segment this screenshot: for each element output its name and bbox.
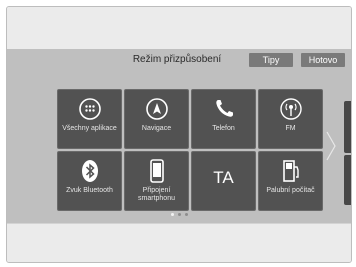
next-page-chevron-icon[interactable]	[326, 131, 336, 166]
tile-all-apps[interactable]: Všechny aplikace	[57, 89, 122, 149]
page-dot[interactable]	[178, 213, 181, 216]
bluetooth-icon	[58, 158, 121, 184]
next-page-tile-peek	[344, 101, 351, 153]
customize-screen: Režim přizpůsobení Tipy Hotovo Všechny a…	[7, 49, 351, 223]
tile-ta[interactable]: TA	[191, 151, 256, 211]
tile-bluetooth-audio[interactable]: Zvuk Bluetooth	[57, 151, 122, 211]
tile-label: Telefon	[212, 125, 235, 132]
tile-label: Palubní počítač	[266, 187, 315, 194]
trip-computer-icon	[259, 158, 322, 184]
tips-button[interactable]: Tipy	[249, 53, 293, 67]
top-band	[7, 7, 351, 49]
navigation-icon	[125, 96, 188, 122]
next-page-tile-peek	[344, 155, 351, 205]
tile-navigation[interactable]: Navigace	[124, 89, 189, 149]
phone-icon	[192, 96, 255, 122]
page-dot[interactable]	[171, 213, 174, 216]
tile-label: Všechny aplikace	[62, 125, 117, 132]
radio-icon	[259, 96, 322, 122]
page-title: Režim přizpůsobení	[132, 54, 222, 65]
page-indicator	[171, 213, 188, 216]
smartphone-icon	[125, 158, 188, 184]
tile-smartphone-connection[interactable]: Připojení smartphonu	[124, 151, 189, 211]
tile-phone[interactable]: Telefon	[191, 89, 256, 149]
tile-fm[interactable]: FM	[258, 89, 323, 149]
tile-label: Navigace	[141, 125, 172, 132]
all-apps-icon	[58, 96, 121, 122]
tile-label: Připojení smartphonu	[138, 187, 175, 202]
page-dot[interactable]	[185, 213, 188, 216]
done-button[interactable]: Hotovo	[301, 53, 345, 67]
display-frame: Režim přizpůsobení Tipy Hotovo Všechny a…	[6, 6, 352, 263]
tile-label: Zvuk Bluetooth	[66, 187, 113, 194]
tile-trip-computer[interactable]: Palubní počítač	[258, 151, 323, 211]
bottom-band	[7, 223, 351, 262]
tile-label: TA	[213, 168, 234, 187]
tile-label: FM	[285, 125, 296, 132]
